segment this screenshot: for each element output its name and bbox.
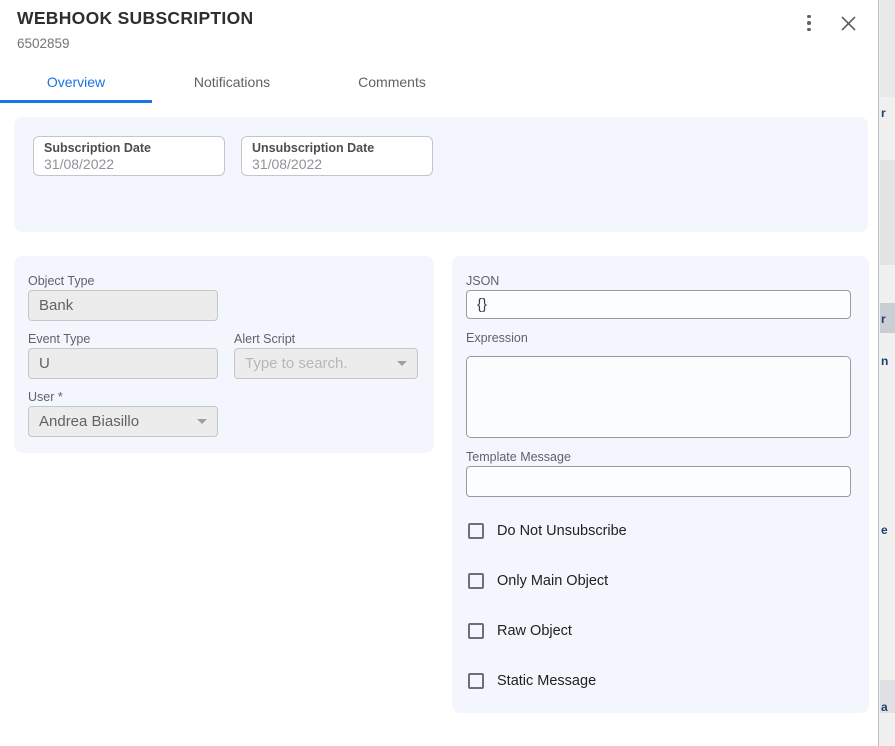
- clipped-background-text: r: [881, 313, 888, 326]
- checkbox-row-do-not-unsubscribe[interactable]: Do Not Unsubscribe: [468, 523, 627, 539]
- alert-script-select: Type to search.: [234, 348, 418, 379]
- user-label: User *: [28, 390, 63, 404]
- tab-notifications[interactable]: Notifications: [152, 60, 312, 103]
- background-page-strip: r r n e a: [878, 0, 895, 746]
- unsubscription-date-label: Unsubscription Date: [252, 141, 422, 156]
- subscription-panel: Subscription Date 31/08/2022 Unsubscript…: [14, 117, 868, 232]
- subscription-date-label: Subscription Date: [44, 141, 214, 156]
- chevron-down-icon: [397, 361, 407, 366]
- event-type-input: [28, 348, 218, 379]
- checkbox-row-raw-object[interactable]: Raw Object: [468, 623, 572, 639]
- static-message-label: Static Message: [497, 673, 596, 689]
- do-not-unsubscribe-label: Do Not Unsubscribe: [497, 523, 627, 539]
- checkbox-row-only-main-object[interactable]: Only Main Object: [468, 573, 608, 589]
- clipped-background-text: a: [881, 701, 888, 714]
- dialog-title: WEBHOOK SUBSCRIPTION: [17, 8, 253, 29]
- template-message-input[interactable]: [466, 466, 851, 497]
- user-selected-value: Andrea Biasillo: [39, 413, 191, 430]
- clipped-background-text: e: [881, 524, 888, 537]
- more-options-button[interactable]: [798, 12, 820, 34]
- background-segment: [880, 0, 895, 97]
- subscription-date-field[interactable]: Subscription Date 31/08/2022: [33, 136, 225, 176]
- close-button[interactable]: [837, 12, 859, 34]
- event-config-panel: Object Type Event Type Alert Script Type…: [14, 256, 434, 453]
- tab-comments[interactable]: Comments: [312, 60, 472, 103]
- unsubscription-date-field[interactable]: Unsubscription Date 31/08/2022: [241, 136, 433, 176]
- expression-label: Expression: [466, 331, 528, 345]
- subscription-date-value: 31/08/2022: [44, 156, 214, 173]
- user-select: Andrea Biasillo: [28, 406, 218, 437]
- only-main-object-label: Only Main Object: [497, 573, 608, 589]
- screen: WEBHOOK SUBSCRIPTION 6502859 Overview No…: [0, 0, 895, 746]
- json-label: JSON: [466, 274, 499, 288]
- expression-textarea[interactable]: [466, 356, 851, 438]
- active-tab-indicator: [0, 100, 152, 103]
- unsubscription-date-value: 31/08/2022: [252, 156, 422, 173]
- event-type-label: Event Type: [28, 332, 90, 346]
- message-config-panel: JSON Expression Template Message Do Not …: [452, 256, 869, 713]
- static-message-checkbox[interactable]: [468, 673, 484, 689]
- chevron-down-icon: [197, 419, 207, 424]
- alert-script-label: Alert Script: [234, 332, 295, 346]
- raw-object-checkbox[interactable]: [468, 623, 484, 639]
- close-icon: [840, 15, 857, 32]
- tab-overview[interactable]: Overview: [0, 60, 152, 103]
- background-segment: [880, 160, 895, 265]
- object-type-input: [28, 290, 218, 321]
- clipped-background-text: r: [881, 107, 888, 120]
- template-message-label: Template Message: [466, 450, 571, 464]
- object-type-label: Object Type: [28, 274, 94, 288]
- alert-script-placeholder: Type to search.: [245, 355, 391, 372]
- tab-bar: Overview Notifications Comments: [0, 60, 472, 103]
- kebab-menu-icon: [807, 15, 811, 32]
- only-main-object-checkbox[interactable]: [468, 573, 484, 589]
- checkbox-row-static-message[interactable]: Static Message: [468, 673, 596, 689]
- raw-object-label: Raw Object: [497, 623, 572, 639]
- json-input[interactable]: [466, 290, 851, 319]
- webhook-subscription-dialog: WEBHOOK SUBSCRIPTION 6502859 Overview No…: [0, 0, 878, 746]
- dialog-subtitle-id: 6502859: [17, 36, 70, 51]
- clipped-background-text: n: [881, 355, 888, 368]
- do-not-unsubscribe-checkbox[interactable]: [468, 523, 484, 539]
